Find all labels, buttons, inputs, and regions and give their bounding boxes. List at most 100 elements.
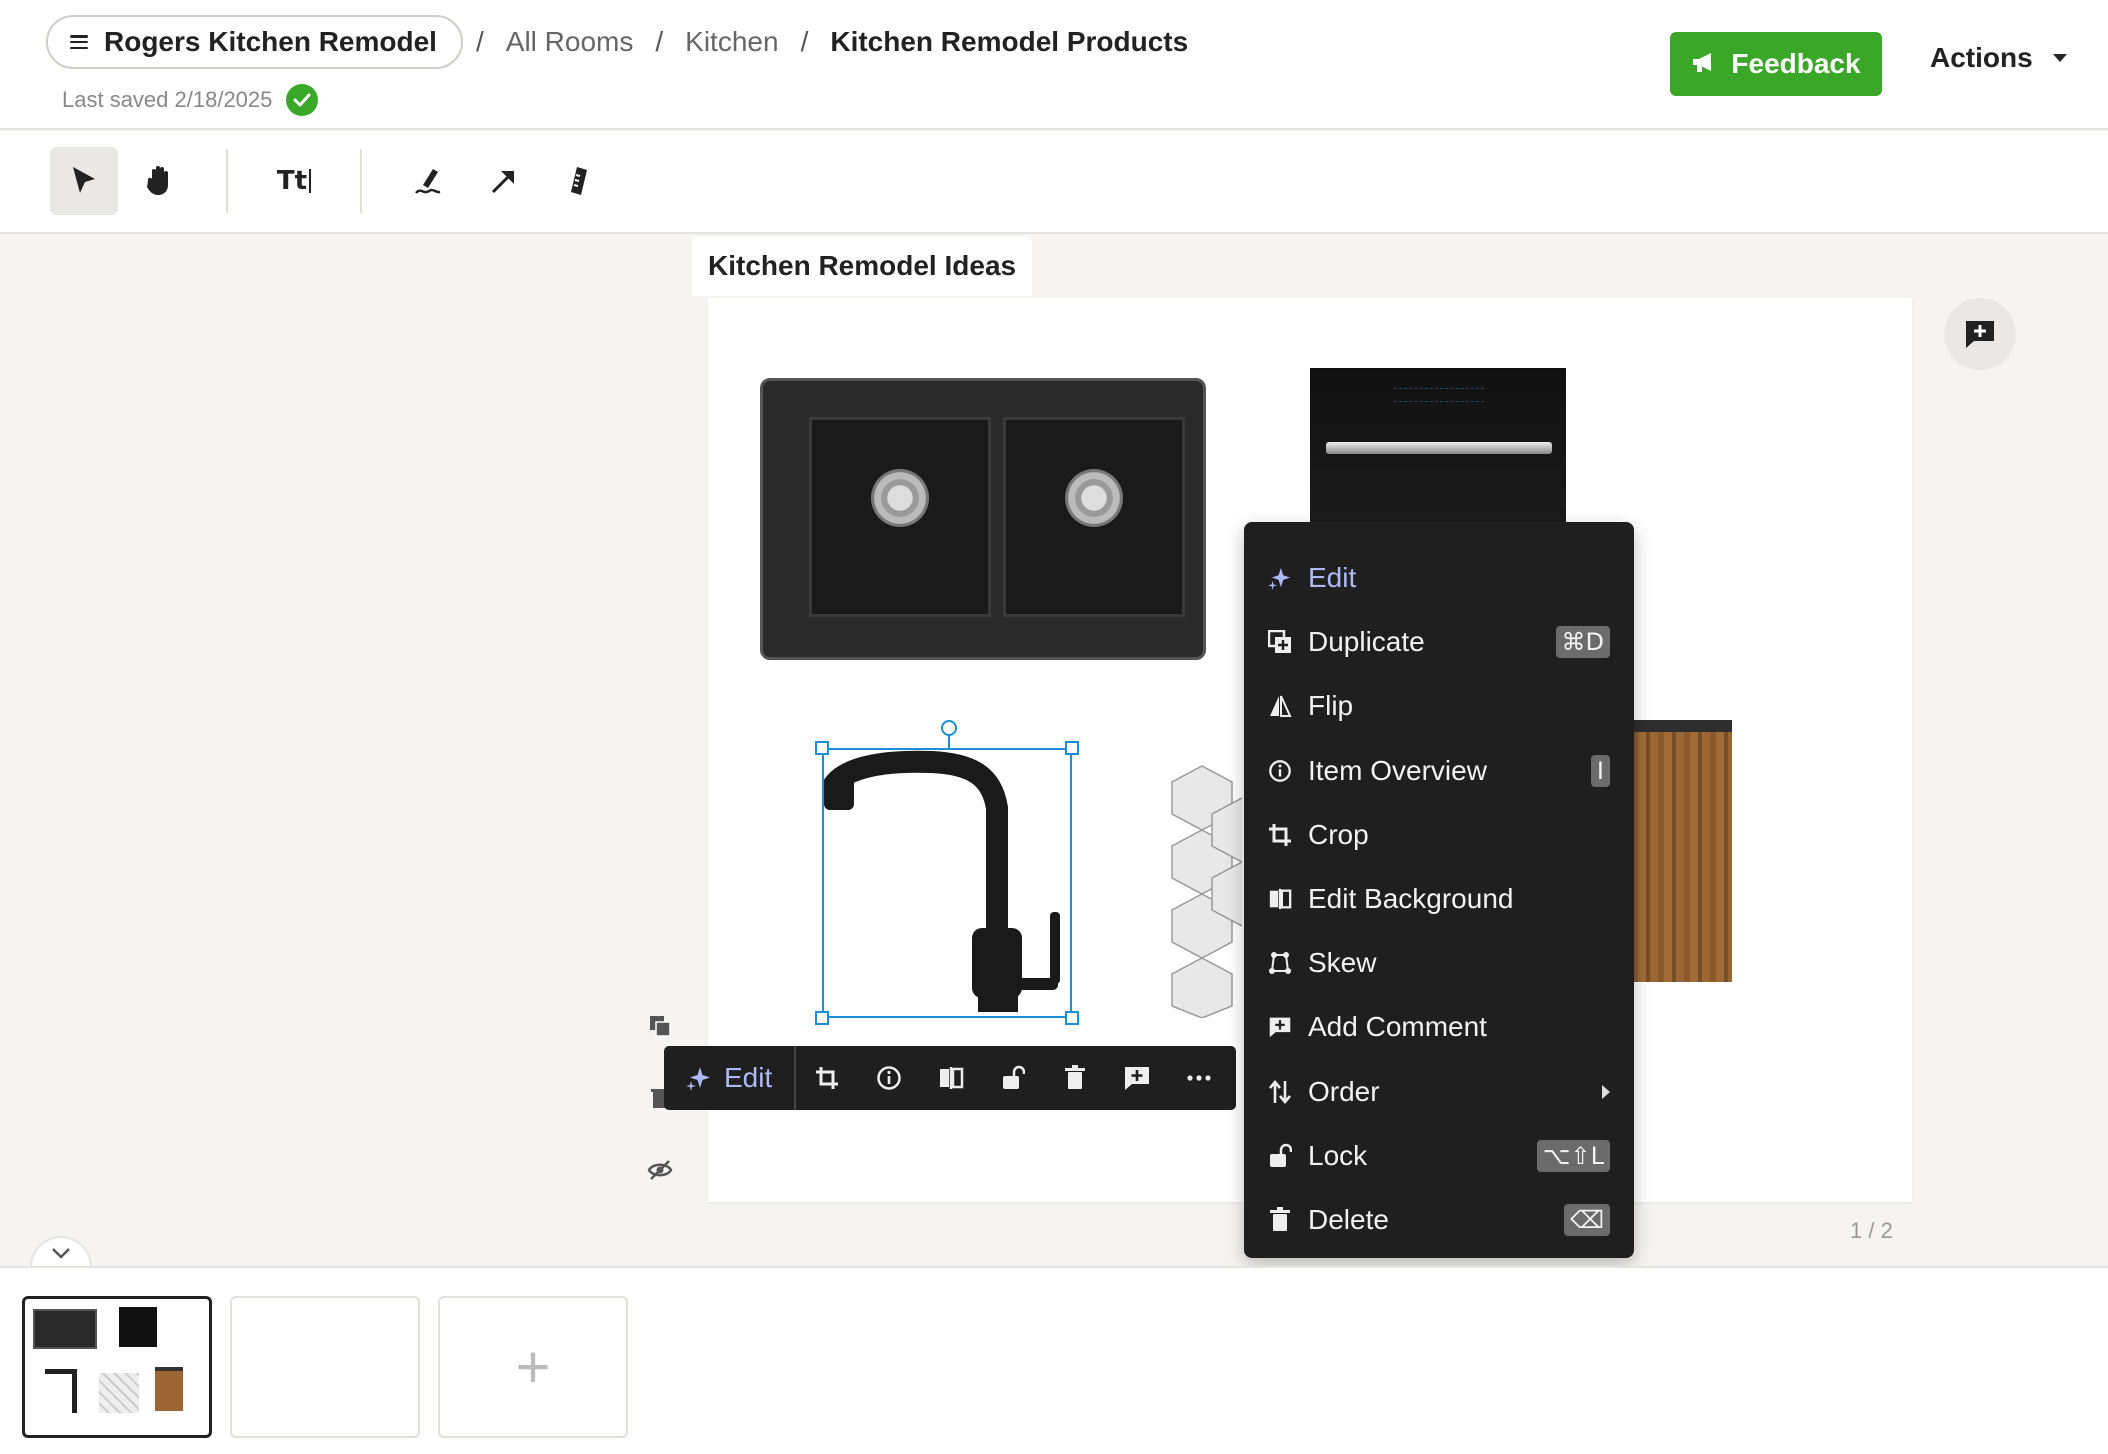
select-tool[interactable] <box>50 147 118 215</box>
oven-display <box>1394 388 1484 402</box>
collapse-pages-button[interactable] <box>30 1236 92 1268</box>
actions-dropdown[interactable]: Actions <box>1930 42 2067 74</box>
hex-tile-product-image[interactable] <box>1162 756 1242 1018</box>
quick-crop-button[interactable] <box>796 1046 858 1110</box>
quick-lock-button[interactable] <box>982 1046 1044 1110</box>
quick-comment-button[interactable] <box>1106 1046 1168 1110</box>
add-comment-button[interactable] <box>1944 298 2016 370</box>
menu-item-label: Lock <box>1308 1139 1368 1171</box>
page-thumbnail-1[interactable] <box>22 1296 212 1438</box>
trash-icon <box>1266 1206 1294 1234</box>
background-icon <box>1266 885 1294 913</box>
thumb-oven <box>119 1307 157 1347</box>
menu-item-label: Edit Background <box>1308 883 1514 915</box>
menu-item-label: Edit <box>1308 562 1357 594</box>
item-quick-toolbar: Edit <box>664 1046 1236 1110</box>
breadcrumb-kitchen[interactable]: Kitchen <box>685 26 778 58</box>
breadcrumb-separator: / <box>655 26 664 57</box>
quick-background-button[interactable] <box>920 1046 982 1110</box>
sink-product-image[interactable] <box>760 378 1206 660</box>
menu-item-order[interactable]: Order <box>1244 1060 1634 1124</box>
layers-icon[interactable] <box>646 1012 674 1040</box>
quick-delete-button[interactable] <box>1044 1046 1106 1110</box>
board-title[interactable]: Kitchen Remodel Ideas <box>692 236 1033 296</box>
breadcrumb: / All Rooms / Kitchen / Kitchen Remodel … <box>454 22 1188 62</box>
rotate-handle[interactable] <box>941 720 957 736</box>
menu-item-delete[interactable]: Delete ⌫ <box>1244 1188 1634 1252</box>
project-name: Rogers Kitchen Remodel <box>104 26 437 57</box>
resize-handle-top-right[interactable] <box>1065 741 1079 755</box>
sink-basin-left <box>809 417 991 617</box>
chevron-right-icon <box>1602 1084 1610 1099</box>
flip-icon <box>1266 692 1294 720</box>
measure-tool[interactable] <box>546 147 614 215</box>
drain <box>1065 468 1123 527</box>
menu-item-flip[interactable]: Flip <box>1244 674 1634 738</box>
page-indicator: 1 / 2 <box>1850 1218 1893 1243</box>
menu-item-duplicate[interactable]: Duplicate ⌘D <box>1244 610 1634 674</box>
shortcut-badge: I <box>1590 754 1610 787</box>
arrow-tool[interactable] <box>470 147 538 215</box>
info-icon <box>1266 757 1294 785</box>
hide-eye-icon[interactable] <box>646 1156 674 1184</box>
last-saved-text: Last saved 2/18/2025 <box>62 87 273 112</box>
oven-handle <box>1326 442 1552 454</box>
top-header: Rogers Kitchen Remodel / All Rooms / Kit… <box>0 0 2108 130</box>
menu-item-crop[interactable]: Crop <box>1244 803 1634 867</box>
text-tool[interactable]: Tt <box>260 147 328 215</box>
crop-icon <box>816 1067 839 1089</box>
cursor-beam-icon <box>309 169 312 193</box>
feedback-button[interactable]: Feedback <box>1670 32 1882 96</box>
oven-product-image[interactable] <box>1310 368 1566 526</box>
resize-handle-bottom-left[interactable] <box>815 1011 829 1025</box>
shortcut-badge: ⌘D <box>1555 626 1610 659</box>
sink-basin-right <box>1003 417 1185 617</box>
menu-item-label: Duplicate <box>1308 626 1425 658</box>
quick-edit-label: Edit <box>724 1062 773 1093</box>
pan-tool[interactable] <box>126 147 194 215</box>
text-tool-label: Tt <box>276 166 308 196</box>
add-page-button[interactable]: + <box>438 1296 628 1438</box>
menu-item-edit-background[interactable]: Edit Background <box>1244 867 1634 931</box>
project-menu-button[interactable]: Rogers Kitchen Remodel <box>46 15 463 69</box>
quick-edit-button[interactable]: Edit <box>664 1046 797 1110</box>
wood-cabinet-product-image[interactable] <box>1632 720 1732 982</box>
comment-plus-icon <box>1966 321 1994 348</box>
thumb-sink <box>33 1309 97 1349</box>
menu-item-label: Skew <box>1308 947 1377 979</box>
context-menu: Edit Duplicate ⌘D Flip Item Overview I C… <box>1244 522 1634 1258</box>
page-thumbnail-2[interactable] <box>230 1296 420 1438</box>
trash-icon <box>1065 1065 1086 1089</box>
tool-palette: Tt <box>0 131 2108 234</box>
resize-handle-top-left[interactable] <box>815 741 829 755</box>
page-strip: + <box>0 1266 2108 1454</box>
menu-item-lock[interactable]: Lock ⌥⇧L <box>1244 1124 1634 1188</box>
shortcut-badge: ⌥⇧L <box>1536 1139 1610 1172</box>
skew-icon <box>1266 949 1294 977</box>
quick-info-button[interactable] <box>858 1046 920 1110</box>
menu-item-label: Crop <box>1308 818 1369 850</box>
unlock-icon <box>1003 1065 1026 1089</box>
info-icon <box>877 1066 901 1090</box>
menu-item-item-overview[interactable]: Item Overview I <box>1244 739 1634 803</box>
menu-item-add-comment[interactable]: Add Comment <box>1244 995 1634 1059</box>
chevron-down-icon <box>52 1248 70 1259</box>
thumb-tiles <box>99 1373 139 1413</box>
menu-item-edit[interactable]: Edit <box>1244 546 1634 610</box>
resize-handle-bottom-right[interactable] <box>1065 1011 1079 1025</box>
menu-item-skew[interactable]: Skew <box>1244 931 1634 995</box>
breadcrumb-separator: / <box>476 26 484 57</box>
actions-label: Actions <box>1930 42 2033 73</box>
thumb-wood <box>155 1367 183 1411</box>
background-icon <box>940 1067 964 1089</box>
breadcrumb-all-rooms[interactable]: All Rooms <box>506 26 634 58</box>
draw-tool[interactable] <box>394 147 462 215</box>
quick-more-button[interactable] <box>1168 1046 1230 1110</box>
menu-item-label: Item Overview <box>1308 754 1487 786</box>
sparkle-icon <box>686 1067 710 1091</box>
comment-plus-icon <box>1266 1013 1294 1041</box>
crop-icon <box>1266 821 1294 849</box>
check-icon <box>286 84 319 116</box>
thumb-faucet <box>45 1369 77 1413</box>
ruler-icon <box>571 167 587 195</box>
